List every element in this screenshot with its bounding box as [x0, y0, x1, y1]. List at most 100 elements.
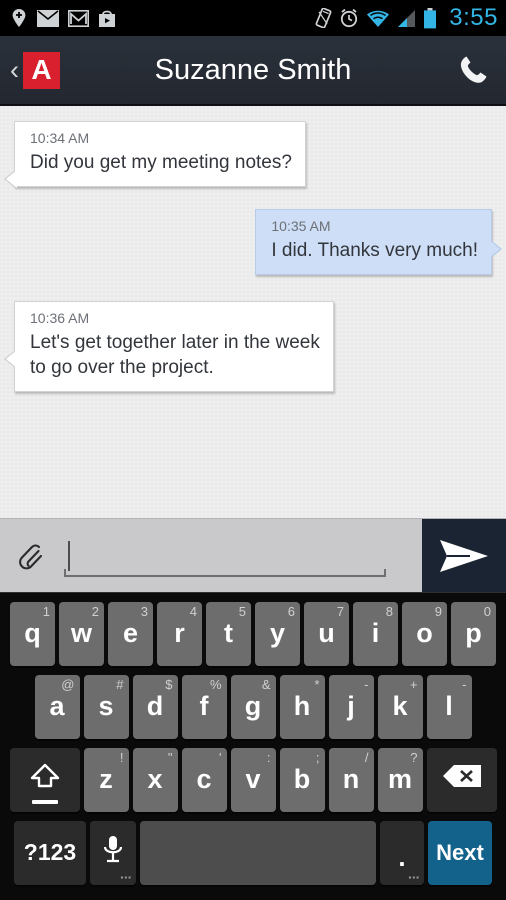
- key-v[interactable]: : v: [230, 747, 276, 812]
- key-x[interactable]: " x: [132, 747, 178, 812]
- key-hint: 9: [434, 603, 442, 619]
- key-hint: %: [209, 676, 222, 692]
- key-o[interactable]: 9 o: [402, 601, 447, 666]
- input-top-mask: [64, 535, 386, 569]
- key-r[interactable]: 4 r: [157, 601, 202, 666]
- key-label: p: [465, 618, 482, 648]
- key-hint: +: [409, 676, 418, 692]
- shift-key[interactable]: [9, 747, 80, 812]
- key-hint: &: [261, 676, 271, 692]
- message-timestamp: 10:35 AM: [271, 218, 331, 234]
- key-hint: 4: [189, 603, 197, 619]
- key-hint: 3: [140, 603, 148, 619]
- key-b[interactable]: ; b: [279, 747, 325, 812]
- key-hint: -: [462, 676, 467, 692]
- key-label: k: [392, 691, 408, 721]
- key-hint: 2: [91, 603, 99, 619]
- key-hint: ;: [315, 749, 320, 765]
- key-n[interactable]: / n: [328, 747, 374, 812]
- text-caret: [68, 541, 70, 571]
- key-more-dots: ▪▪▪: [120, 872, 132, 882]
- message-bubble-incoming[interactable]: 10:36 AM Let's get together later in the…: [4, 301, 334, 392]
- key-label: t: [224, 618, 233, 648]
- message-row: 10:34 AM Did you get my meeting notes?: [0, 121, 506, 188]
- key-t[interactable]: 5 t: [206, 601, 251, 666]
- key-label: g: [244, 691, 262, 721]
- message-row: 10:36 AM Let's get together later in the…: [0, 301, 506, 392]
- key-d[interactable]: $ d: [132, 674, 178, 739]
- key-label: l: [445, 691, 453, 721]
- message-timestamp: 10:36 AM: [30, 310, 90, 326]
- message-input[interactable]: [64, 535, 386, 577]
- space-key[interactable]: [140, 820, 376, 885]
- key-label: d: [146, 691, 164, 721]
- key-label: f: [199, 691, 209, 721]
- send-button[interactable]: [422, 519, 506, 593]
- key-more-dots: ▪▪▪: [408, 872, 420, 882]
- back-button[interactable]: ‹: [0, 56, 23, 84]
- key-e[interactable]: 3 e: [108, 601, 153, 666]
- key-j[interactable]: - j: [328, 674, 374, 739]
- key-i[interactable]: 8 i: [353, 601, 398, 666]
- period-key[interactable]: . ▪▪▪: [380, 820, 424, 885]
- key-hint: /: [364, 749, 369, 765]
- key-s[interactable]: # s: [83, 674, 129, 739]
- key-hint: 5: [238, 603, 246, 619]
- next-key[interactable]: Next: [428, 820, 492, 885]
- status-bar-system-icons: 3:55: [315, 4, 498, 32]
- page-title: Suzanne Smith: [154, 53, 352, 86]
- key-g[interactable]: & g: [230, 674, 276, 739]
- message-bubble-outgoing[interactable]: 10:35 AM I did. Thanks very much!: [255, 209, 502, 275]
- paperclip-icon[interactable]: [0, 536, 64, 576]
- key-z[interactable]: ! z: [83, 747, 129, 812]
- on-screen-keyboard[interactable]: 1 q 2 w 3 e 4 r 5 t 6 y 7 u 8 i 9 o 0 p …: [0, 592, 506, 900]
- key-u[interactable]: 7 u: [304, 601, 349, 666]
- key-label: o: [416, 618, 433, 648]
- message-input-wrapper[interactable]: [64, 519, 422, 593]
- key-hint: 7: [336, 603, 344, 619]
- key-p[interactable]: 0 p: [451, 601, 496, 666]
- key-hint: #: [116, 676, 124, 692]
- message-bubble-incoming[interactable]: 10:34 AM Did you get my meeting notes?: [4, 121, 306, 188]
- key-label: q: [24, 618, 41, 648]
- key-label: m: [387, 764, 412, 794]
- key-y[interactable]: 6 y: [255, 601, 300, 666]
- phone-icon[interactable]: [454, 51, 492, 89]
- key-label: s: [98, 691, 114, 721]
- key-c[interactable]: ' c: [181, 747, 227, 812]
- battery-icon: [423, 7, 437, 29]
- symbols-key[interactable]: ?123: [14, 820, 86, 885]
- key-h[interactable]: * h: [279, 674, 325, 739]
- key-m[interactable]: ? m: [377, 747, 423, 812]
- key-q[interactable]: 1 q: [10, 601, 55, 666]
- key-label: h: [293, 691, 311, 721]
- message-text: I did. Thanks very much!: [271, 240, 478, 261]
- shift-indicator-bar: [31, 799, 58, 804]
- backspace-key[interactable]: [426, 747, 497, 812]
- key-label: c: [196, 764, 212, 794]
- key-w[interactable]: 2 w: [59, 601, 104, 666]
- alarm-clock-icon: [339, 8, 359, 28]
- key-label: z: [99, 764, 113, 794]
- key-hint: 1: [42, 603, 50, 619]
- key-hint: -: [364, 676, 369, 692]
- app-bar: ‹ A Suzanne Smith: [0, 36, 506, 106]
- key-k[interactable]: + k: [377, 674, 423, 739]
- keyboard-row-4: ?123 ▪▪▪ . ▪▪▪ Next: [0, 816, 506, 889]
- key-l[interactable]: - l: [426, 674, 472, 739]
- key-f[interactable]: % f: [181, 674, 227, 739]
- message-list[interactable]: 10:34 AM Did you get my meeting notes? 1…: [0, 108, 506, 518]
- key-label: u: [318, 618, 335, 648]
- phone-screen: 3:55 ‹ A Suzanne Smith 10:34 AM Did you …: [0, 0, 506, 900]
- location-pin-icon: [10, 8, 28, 28]
- keyboard-row-3: ! z " x ' c : v ; b / n ? m: [0, 743, 506, 816]
- wifi-icon: [366, 9, 390, 28]
- key-a[interactable]: @ a: [34, 674, 80, 739]
- app-logo[interactable]: A: [23, 51, 60, 89]
- microphone-key[interactable]: ▪▪▪: [90, 820, 136, 885]
- key-label: w: [70, 618, 92, 648]
- key-hint: $: [165, 676, 173, 692]
- key-hint: 8: [385, 603, 393, 619]
- key-label: i: [371, 618, 380, 648]
- status-bar: 3:55: [0, 0, 506, 36]
